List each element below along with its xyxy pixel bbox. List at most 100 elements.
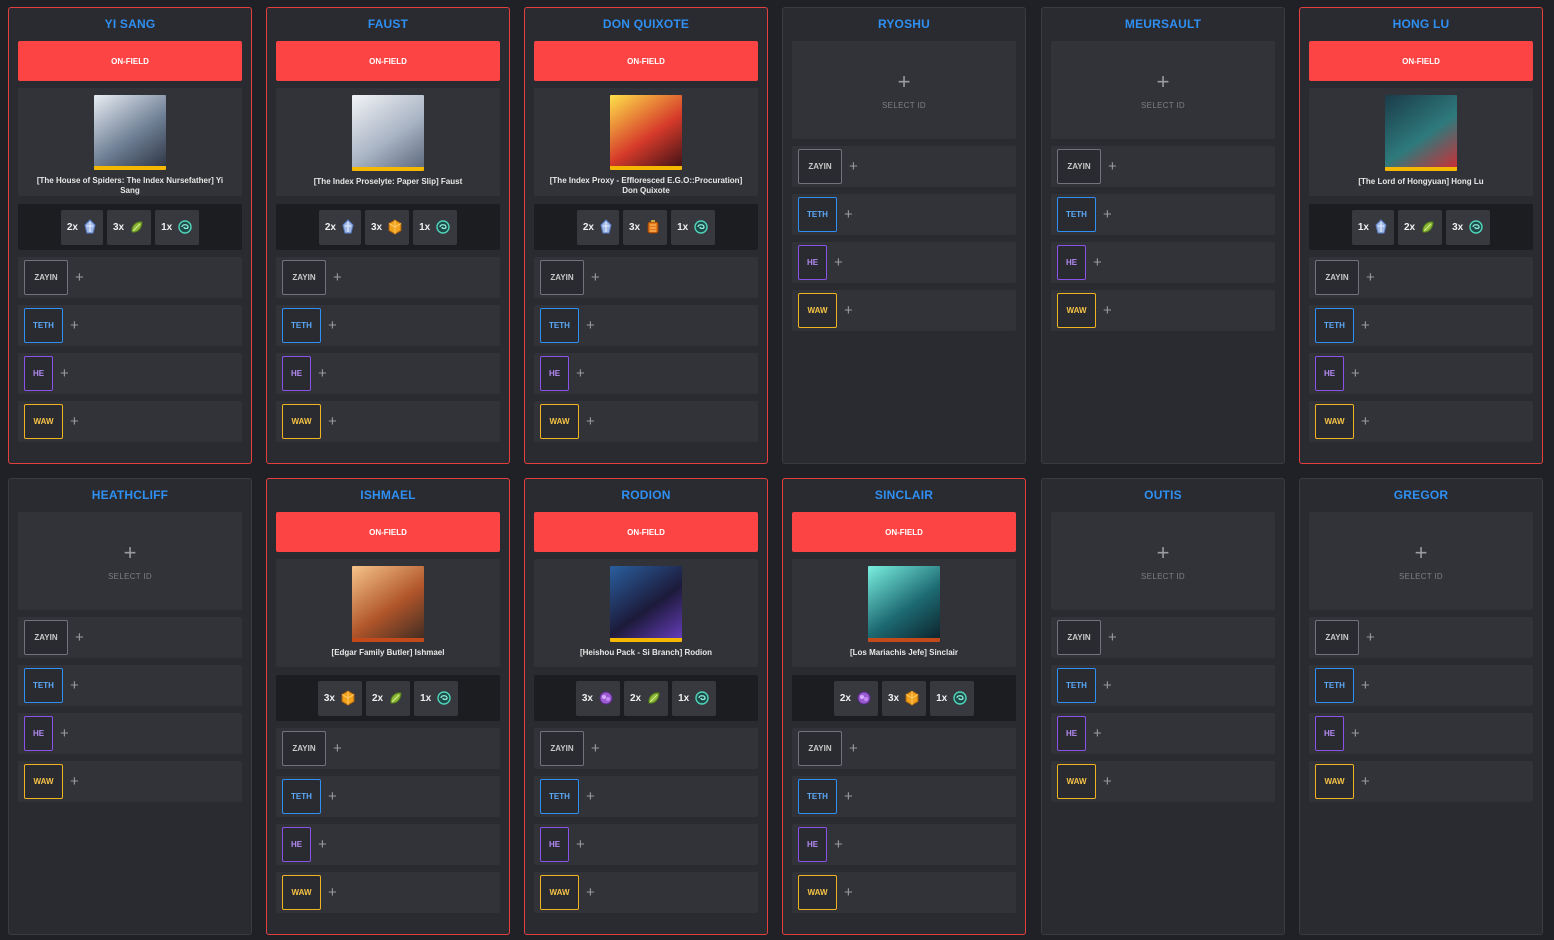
ego-tier-badge[interactable]: WAW xyxy=(1057,293,1096,328)
on-field-button[interactable]: ON-FIELD xyxy=(1309,41,1533,81)
ego-tier-badge[interactable]: HE xyxy=(24,356,53,391)
add-ego-icon[interactable]: + xyxy=(844,207,853,222)
ego-tier-badge[interactable]: WAW xyxy=(24,764,63,799)
ego-tier-badge[interactable]: TETH xyxy=(24,668,63,703)
add-ego-icon[interactable]: + xyxy=(849,159,858,174)
ego-tier-badge[interactable]: HE xyxy=(798,245,827,280)
ego-tier-badge[interactable]: TETH xyxy=(540,779,579,814)
ego-tier-badge[interactable]: ZAYIN xyxy=(282,260,326,295)
add-ego-icon[interactable]: + xyxy=(844,789,853,804)
identity-panel[interactable]: [Los Mariachis Jefe] Sinclair xyxy=(792,559,1016,667)
ego-tier-badge[interactable]: WAW xyxy=(24,404,63,439)
add-ego-icon[interactable]: + xyxy=(1351,366,1360,381)
ego-tier-badge[interactable]: HE xyxy=(1057,716,1086,751)
ego-tier-badge[interactable]: TETH xyxy=(1315,668,1354,703)
ego-tier-badge[interactable]: TETH xyxy=(1057,197,1096,232)
ego-tier-badge[interactable]: TETH xyxy=(540,308,579,343)
ego-tier-badge[interactable]: ZAYIN xyxy=(24,620,68,655)
ego-tier-badge[interactable]: ZAYIN xyxy=(1057,149,1101,184)
add-ego-icon[interactable]: + xyxy=(328,414,337,429)
add-ego-icon[interactable]: + xyxy=(328,318,337,333)
ego-tier-badge[interactable]: ZAYIN xyxy=(24,260,68,295)
ego-tier-badge[interactable]: WAW xyxy=(1315,404,1354,439)
add-ego-icon[interactable]: + xyxy=(586,318,595,333)
ego-tier-badge[interactable]: ZAYIN xyxy=(540,731,584,766)
ego-tier-badge[interactable]: ZAYIN xyxy=(798,731,842,766)
select-id-button[interactable]: + SELECT ID xyxy=(792,41,1016,139)
add-ego-icon[interactable]: + xyxy=(328,789,337,804)
ego-tier-badge[interactable]: ZAYIN xyxy=(1315,620,1359,655)
add-ego-icon[interactable]: + xyxy=(1361,414,1370,429)
identity-panel[interactable]: [The House of Spiders: The Index Nursefa… xyxy=(18,88,242,196)
add-ego-icon[interactable]: + xyxy=(1103,207,1112,222)
add-ego-icon[interactable]: + xyxy=(586,414,595,429)
select-id-button[interactable]: + SELECT ID xyxy=(1051,41,1275,139)
ego-tier-badge[interactable]: TETH xyxy=(282,308,321,343)
add-ego-icon[interactable]: + xyxy=(1108,159,1117,174)
ego-tier-badge[interactable]: TETH xyxy=(282,779,321,814)
select-id-button[interactable]: + SELECT ID xyxy=(1309,512,1533,610)
ego-tier-badge[interactable]: TETH xyxy=(798,779,837,814)
add-ego-icon[interactable]: + xyxy=(1361,318,1370,333)
add-ego-icon[interactable]: + xyxy=(834,255,843,270)
on-field-button[interactable]: ON-FIELD xyxy=(18,41,242,81)
ego-tier-badge[interactable]: HE xyxy=(282,827,311,862)
select-id-button[interactable]: + SELECT ID xyxy=(18,512,242,610)
add-ego-icon[interactable]: + xyxy=(1351,726,1360,741)
add-ego-icon[interactable]: + xyxy=(70,414,79,429)
add-ego-icon[interactable]: + xyxy=(844,303,853,318)
add-ego-icon[interactable]: + xyxy=(70,678,79,693)
ego-tier-badge[interactable]: TETH xyxy=(24,308,63,343)
add-ego-icon[interactable]: + xyxy=(591,741,600,756)
add-ego-icon[interactable]: + xyxy=(1366,270,1375,285)
add-ego-icon[interactable]: + xyxy=(576,837,585,852)
add-ego-icon[interactable]: + xyxy=(318,366,327,381)
identity-panel[interactable]: [The Index Proselyte: Paper Slip] Faust xyxy=(276,88,500,196)
add-ego-icon[interactable]: + xyxy=(834,837,843,852)
ego-tier-badge[interactable]: HE xyxy=(1315,356,1344,391)
ego-tier-badge[interactable]: HE xyxy=(540,827,569,862)
ego-tier-badge[interactable]: WAW xyxy=(1057,764,1096,799)
add-ego-icon[interactable]: + xyxy=(1361,774,1370,789)
add-ego-icon[interactable]: + xyxy=(586,789,595,804)
on-field-button[interactable]: ON-FIELD xyxy=(534,512,758,552)
ego-tier-badge[interactable]: HE xyxy=(1057,245,1086,280)
ego-tier-badge[interactable]: HE xyxy=(1315,716,1344,751)
on-field-button[interactable]: ON-FIELD xyxy=(792,512,1016,552)
on-field-button[interactable]: ON-FIELD xyxy=(534,41,758,81)
add-ego-icon[interactable]: + xyxy=(586,885,595,900)
ego-tier-badge[interactable]: HE xyxy=(282,356,311,391)
add-ego-icon[interactable]: + xyxy=(576,366,585,381)
ego-tier-badge[interactable]: TETH xyxy=(1057,668,1096,703)
ego-tier-badge[interactable]: ZAYIN xyxy=(540,260,584,295)
add-ego-icon[interactable]: + xyxy=(1361,678,1370,693)
ego-tier-badge[interactable]: HE xyxy=(24,716,53,751)
ego-tier-badge[interactable]: WAW xyxy=(798,293,837,328)
select-id-button[interactable]: + SELECT ID xyxy=(1051,512,1275,610)
add-ego-icon[interactable]: + xyxy=(333,270,342,285)
ego-tier-badge[interactable]: TETH xyxy=(798,197,837,232)
add-ego-icon[interactable]: + xyxy=(1093,726,1102,741)
add-ego-icon[interactable]: + xyxy=(1108,630,1117,645)
ego-tier-badge[interactable]: WAW xyxy=(282,404,321,439)
add-ego-icon[interactable]: + xyxy=(844,885,853,900)
add-ego-icon[interactable]: + xyxy=(70,318,79,333)
add-ego-icon[interactable]: + xyxy=(1093,255,1102,270)
ego-tier-badge[interactable]: WAW xyxy=(1315,764,1354,799)
add-ego-icon[interactable]: + xyxy=(60,366,69,381)
add-ego-icon[interactable]: + xyxy=(75,270,84,285)
on-field-button[interactable]: ON-FIELD xyxy=(276,41,500,81)
ego-tier-badge[interactable]: WAW xyxy=(540,875,579,910)
ego-tier-badge[interactable]: HE xyxy=(540,356,569,391)
add-ego-icon[interactable]: + xyxy=(75,630,84,645)
identity-panel[interactable]: [The Lord of Hongyuan] Hong Lu xyxy=(1309,88,1533,196)
ego-tier-badge[interactable]: WAW xyxy=(282,875,321,910)
add-ego-icon[interactable]: + xyxy=(1103,678,1112,693)
identity-panel[interactable]: [The Index Proxy - Effloresced E.G.O::Pr… xyxy=(534,88,758,196)
add-ego-icon[interactable]: + xyxy=(60,726,69,741)
add-ego-icon[interactable]: + xyxy=(1366,630,1375,645)
add-ego-icon[interactable]: + xyxy=(70,774,79,789)
ego-tier-badge[interactable]: TETH xyxy=(1315,308,1354,343)
add-ego-icon[interactable]: + xyxy=(328,885,337,900)
ego-tier-badge[interactable]: ZAYIN xyxy=(282,731,326,766)
